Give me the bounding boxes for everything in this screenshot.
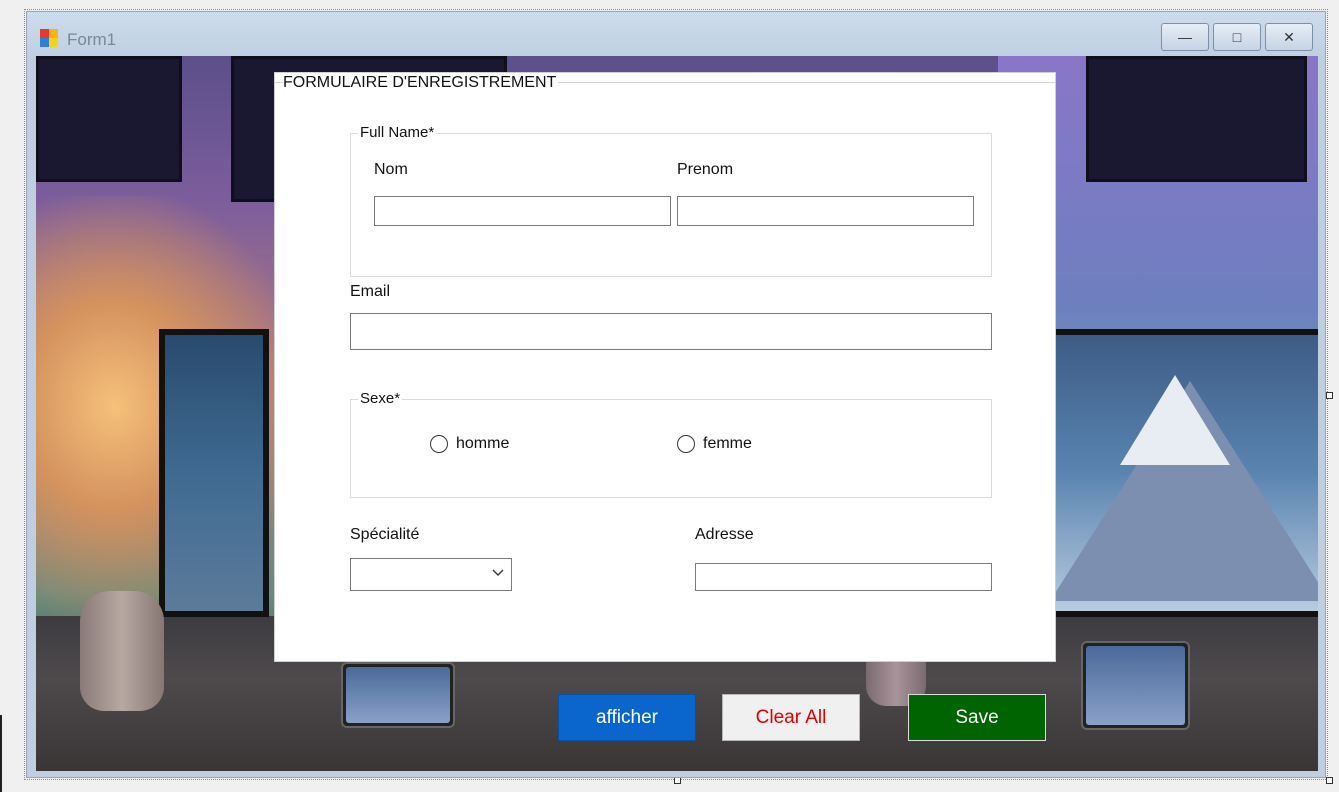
phone-left	[341, 662, 455, 728]
form-app-icon	[40, 29, 58, 47]
radio-femme[interactable]: femme	[677, 435, 752, 453]
afficher-button[interactable]: afficher	[558, 694, 696, 741]
minimize-icon: —	[1178, 29, 1192, 45]
left-edge-line	[0, 715, 2, 792]
clear-all-button[interactable]: Clear All	[722, 694, 860, 741]
client-area-background: FORMULAIRE D'ENREGISTREMENT Full Name* N…	[36, 56, 1318, 771]
resize-grip-corner[interactable]	[1326, 777, 1333, 784]
form-window: Form1 — □ ✕ FORMULAIRE D'ENREGISTREMENT …	[26, 11, 1326, 778]
speaker-left	[80, 591, 164, 711]
wall-art-left	[36, 56, 182, 182]
close-icon: ✕	[1283, 28, 1295, 45]
email-input[interactable]	[350, 313, 992, 350]
radio-homme[interactable]: homme	[430, 435, 509, 453]
radio-homme-label[interactable]: homme	[456, 435, 509, 453]
full-name-caption: Full Name*	[358, 124, 437, 141]
radio-icon[interactable]	[430, 435, 448, 453]
window-title: Form1	[67, 30, 117, 49]
adresse-label: Adresse	[695, 526, 754, 543]
nom-label: Nom	[374, 161, 408, 178]
specialite-label: Spécialité	[350, 526, 420, 543]
resize-grip-bottom[interactable]	[674, 777, 681, 784]
mountain-snow	[1120, 375, 1230, 465]
wall-art-right	[1086, 56, 1307, 182]
sexe-group: Sexe* homme femme	[350, 390, 992, 498]
form-title: FORMULAIRE D'ENREGISTREMENT	[283, 74, 559, 92]
phone-right	[1081, 641, 1190, 730]
maximize-button[interactable]: □	[1213, 23, 1261, 51]
maximize-icon: □	[1232, 29, 1242, 45]
radio-icon[interactable]	[677, 435, 695, 453]
adresse-input[interactable]	[695, 563, 992, 591]
registration-form-panel: FORMULAIRE D'ENREGISTREMENT Full Name* N…	[274, 72, 1056, 662]
resize-grip-right[interactable]	[1326, 392, 1333, 399]
close-button[interactable]: ✕	[1265, 23, 1313, 51]
nom-input[interactable]	[374, 196, 671, 226]
prenom-input[interactable]	[677, 196, 974, 226]
radio-femme-label[interactable]: femme	[703, 435, 752, 453]
specialite-combobox[interactable]	[350, 558, 512, 591]
minimize-button[interactable]: —	[1161, 23, 1209, 51]
full-name-group: Full Name* Nom Prenom	[350, 124, 992, 277]
prenom-label: Prenom	[677, 161, 734, 178]
email-label: Email	[350, 283, 391, 300]
chevron-down-icon[interactable]	[491, 565, 505, 579]
monitor-right	[1044, 329, 1318, 617]
sexe-caption: Sexe*	[358, 390, 403, 407]
monitor-left	[159, 329, 269, 617]
title-bar[interactable]: Form1 — □ ✕	[27, 12, 1325, 56]
save-button[interactable]: Save	[908, 694, 1046, 741]
